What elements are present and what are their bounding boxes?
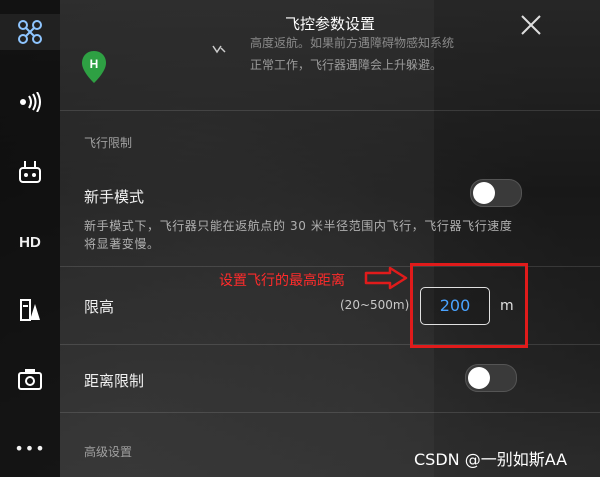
return-description-line1: 高度返航。如果前方遇障碍物感知系统 (250, 36, 455, 50)
annotation-text: 设置飞行的最高距离 (219, 273, 345, 289)
divider (60, 412, 600, 413)
altitude-range: (20~500m) (340, 298, 410, 312)
sidebar-item-signal[interactable] (0, 84, 60, 120)
toggle-knob (473, 182, 495, 204)
watermark: CSDN @一别如斯AA (414, 450, 568, 469)
sidebar-item-hd[interactable]: HD (0, 224, 60, 260)
novice-mode-toggle[interactable] (470, 179, 522, 207)
battery-icon (20, 299, 40, 321)
sidebar-item-more[interactable]: ••• (0, 430, 60, 466)
sidebar-item-battery[interactable] (0, 292, 60, 328)
annotation-arrow-icon (364, 266, 408, 290)
return-description: 高度返航。如果前方遇障碍物感知系统 正常工作，飞行器遇障会上升躲避。 (250, 36, 454, 74)
sidebar-item-remote[interactable] (0, 154, 60, 190)
divider (60, 110, 600, 111)
drone-icon (18, 20, 42, 44)
hd-label: HD (19, 233, 41, 251)
annotation-box (410, 263, 528, 348)
altitude-limit-label: 限高 (84, 298, 115, 316)
section-flight-limit: 飞行限制 (84, 136, 133, 150)
sidebar-item-aircraft[interactable] (0, 14, 60, 50)
distance-limit-toggle[interactable] (465, 364, 517, 392)
camera-icon (18, 369, 42, 390)
novice-mode-label: 新手模式 (84, 188, 145, 206)
novice-mode-description: 新手模式下，飞行器只能在返航点的 30 米半径范围内飞行，飞行器飞行速度将显著变… (84, 219, 513, 251)
more-icon: ••• (14, 438, 46, 458)
sidebar: HD ••• (0, 0, 60, 477)
pin-letter: H (90, 57, 99, 71)
remote-controller-icon (19, 161, 41, 183)
close-icon[interactable] (516, 10, 546, 40)
obstacle-icon (212, 45, 226, 54)
section-advanced: 高级设置 (84, 445, 133, 459)
distance-limit-label: 距离限制 (84, 372, 145, 390)
home-point-pin-icon: H (82, 51, 106, 83)
toggle-knob (468, 367, 490, 389)
sidebar-item-camera[interactable] (0, 362, 60, 398)
signal-icon (20, 92, 41, 112)
